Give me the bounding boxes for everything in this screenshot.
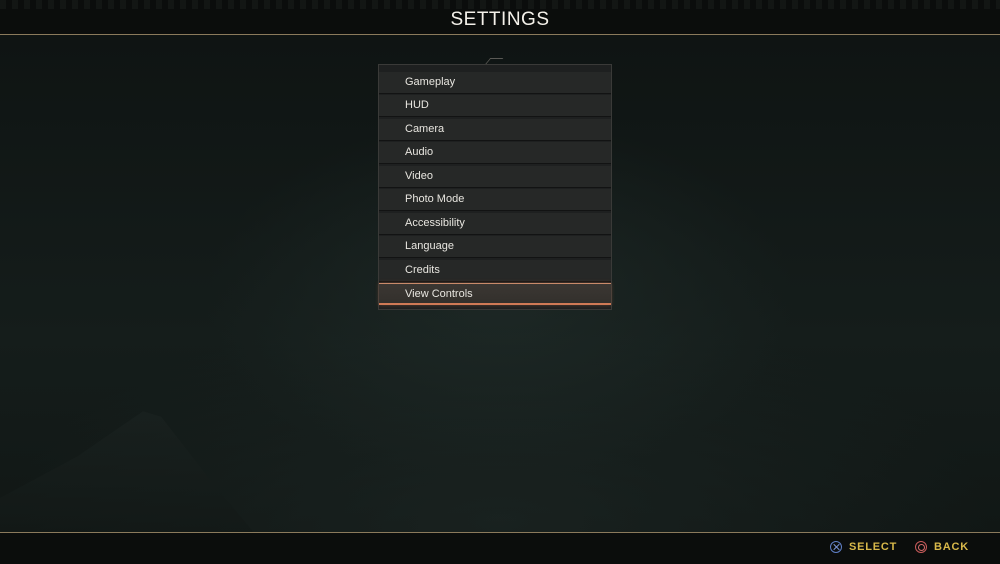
menu-item-camera[interactable]: Camera <box>379 119 611 141</box>
cross-button-icon <box>830 541 842 553</box>
menu-item-label: Photo Mode <box>405 193 465 205</box>
menu-item-hud[interactable]: HUD <box>379 95 611 117</box>
menu-item-label: Credits <box>405 264 440 276</box>
menu-item-language[interactable]: Language <box>379 236 611 258</box>
menu-item-accessibility[interactable]: Accessibility <box>379 213 611 235</box>
background-mountain <box>0 411 260 540</box>
menu-item-label: Audio <box>405 146 434 158</box>
circle-button-icon <box>915 541 927 553</box>
select-label: SELECT <box>849 541 898 553</box>
settings-menu: Gameplay HUD Camera Audio Video Photo Mo… <box>378 64 612 310</box>
menu-item-audio[interactable]: Audio <box>379 142 611 164</box>
menu-item-label: Gameplay <box>405 76 456 88</box>
menu-item-label: View Controls <box>405 288 473 300</box>
back-label: BACK <box>934 541 969 553</box>
menu-item-label: HUD <box>405 99 429 111</box>
menu-item-label: Camera <box>405 123 445 135</box>
menu-item-label: Video <box>405 170 433 182</box>
header-pattern <box>0 0 1000 9</box>
menu-item-credits[interactable]: Credits <box>379 260 611 282</box>
menu-item-photo-mode[interactable]: Photo Mode <box>379 189 611 211</box>
menu-item-label: Accessibility <box>405 217 465 229</box>
menu-item-gameplay[interactable]: Gameplay <box>379 72 611 94</box>
header-bar: SETTINGS <box>0 0 1000 35</box>
menu-item-video[interactable]: Video <box>379 166 611 188</box>
page-title: SETTINGS <box>450 9 550 30</box>
menu-item-label: Language <box>405 240 454 252</box>
menu-item-view-controls[interactable]: View Controls <box>379 283 611 305</box>
